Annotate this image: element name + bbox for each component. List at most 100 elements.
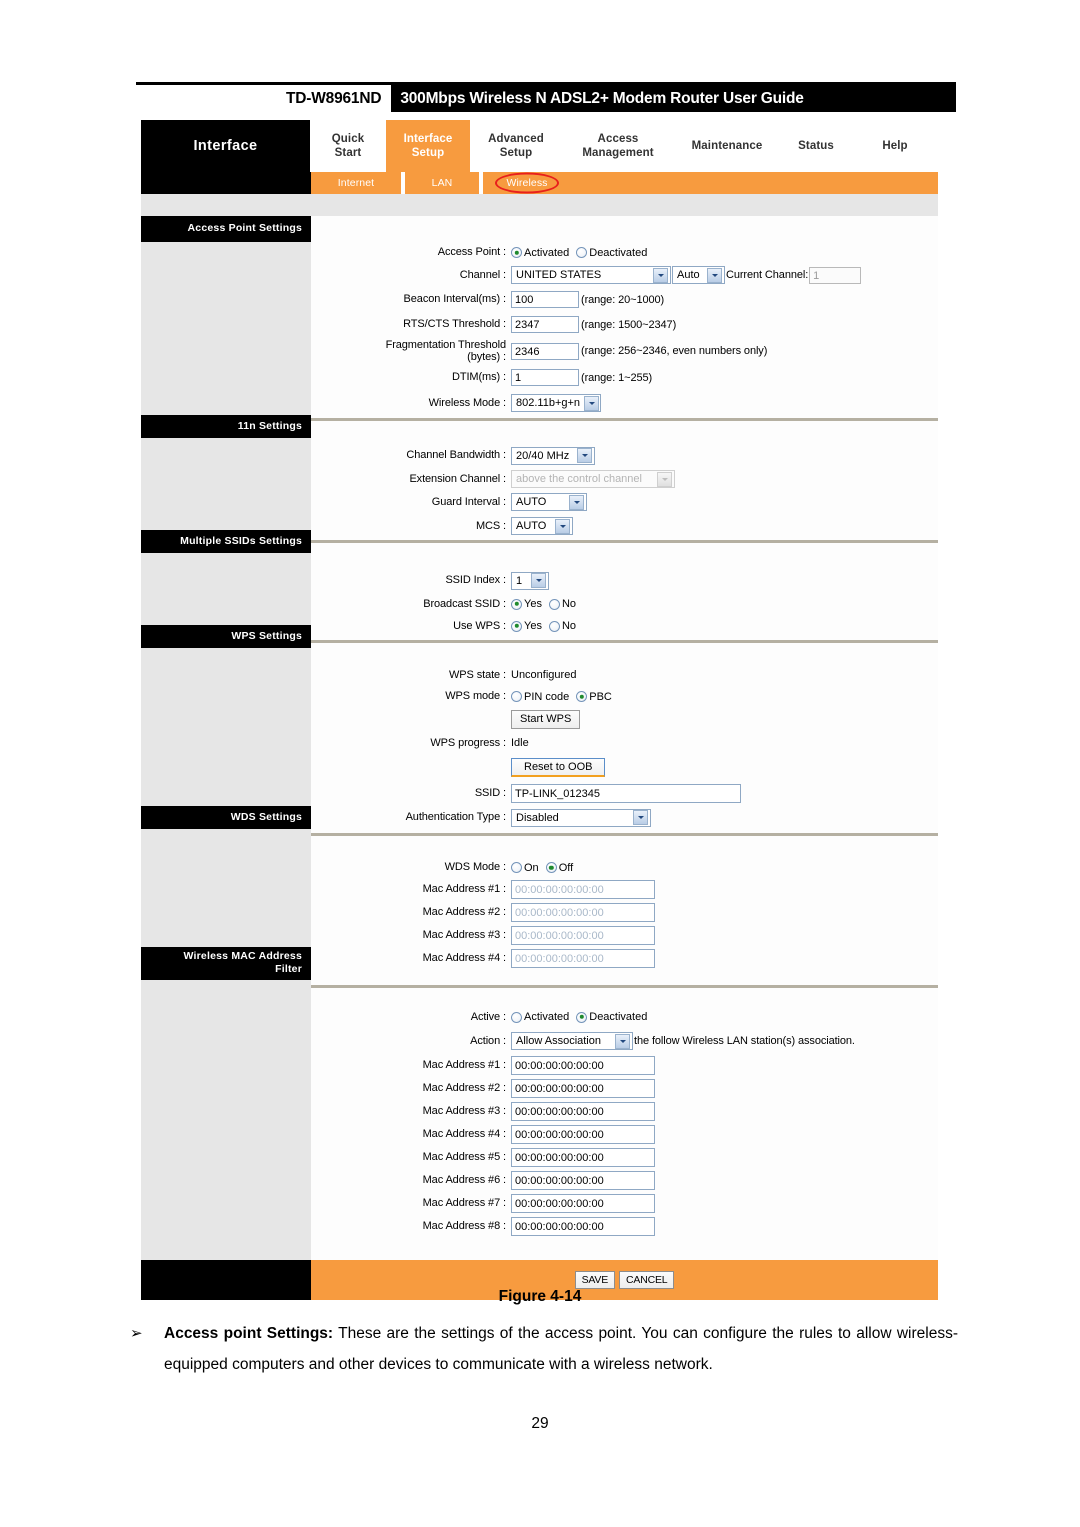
wds-mac-4-input[interactable]: 00:00:00:00:00:00 [511,949,655,968]
filter-active-activated[interactable]: Activated [511,1011,569,1023]
spacer-wds [141,829,311,947]
filter-mac-2-input[interactable]: 00:00:00:00:00:00 [511,1079,655,1098]
access-point-activated[interactable]: Activated [511,247,569,259]
tab-interface-setup[interactable]: Interface Setup [386,120,470,172]
tab-access-management[interactable]: Access Management [562,120,674,172]
document-header: TD-W8961ND 300Mbps Wireless N ADSL2+ Mod… [136,82,956,112]
label-filter-mac-4: Mac Address #4 : [422,1128,506,1141]
subtab-internet[interactable]: Internet [311,172,401,194]
filter-action-select[interactable]: Allow Association [511,1032,633,1050]
mcs-select[interactable]: AUTO [511,517,573,535]
fragmentation-threshold-input[interactable]: 2346 [511,342,579,360]
ssid-index-select[interactable]: 1 [511,571,549,590]
radio-unselected-icon[interactable] [511,691,522,702]
filter-mac-1-input[interactable]: 00:00:00:00:00:00 [511,1056,655,1075]
filter-active-deactivated[interactable]: Deactivated [576,1011,647,1023]
save-button[interactable]: SAVE [574,1271,616,1289]
chevron-down-icon[interactable] [615,1033,630,1049]
row-channel-bandwidth: Channel Bandwidth : 20/40 MHz [311,443,938,468]
filter-action-hint: the follow Wireless LAN station(s) assoc… [634,1035,855,1047]
filter-mac-8-input[interactable]: 00:00:00:00:00:00 [511,1217,655,1236]
spacer-wps [141,648,311,806]
reset-to-oob-button[interactable]: Reset to OOB [511,757,606,778]
sub-tab-list: Internet LAN Wireless [311,172,938,194]
wps-mode-pbc[interactable]: PBC [576,691,612,703]
multiple-ssids-section: SSID Index : 1 Broadcast SSID : Yes No U… [311,543,938,637]
filter-mac-4-input[interactable]: 00:00:00:00:00:00 [511,1125,655,1144]
broadcast-ssid-yes[interactable]: Yes [511,598,542,610]
wps-mode-pin-code[interactable]: PIN code [511,691,569,703]
tab-maintenance[interactable]: Maintenance [674,120,780,172]
dtim-input[interactable]: 1 [511,369,579,386]
label-wireless-mode: Wireless Mode : [428,396,506,409]
use-wps-no[interactable]: No [548,620,576,632]
rts-cts-threshold-input[interactable]: 2347 [511,316,579,333]
wds-mode-on[interactable]: On [511,862,539,874]
chevron-down-icon[interactable] [653,267,668,283]
paragraph-lead-bold: Access point Settings: [164,1325,334,1342]
row-wps-mode: WPS mode : PIN code PBC [311,686,938,707]
guard-interval-select[interactable]: AUTO [511,493,587,511]
row-filter-mac-7: Mac Address #7 : 00:00:00:00:00:00 [311,1192,938,1215]
channel-bandwidth-value: 20/40 MHz [516,449,570,462]
dtim-controls: 1 (range: 1~255) [511,369,652,386]
extension-channel-value: above the control channel [516,473,642,485]
use-wps-yes[interactable]: Yes [511,620,542,632]
row-filter-mac-4: Mac Address #4 : 00:00:00:00:00:00 [311,1123,938,1146]
filter-mac-2-controls: 00:00:00:00:00:00 [511,1079,655,1098]
channel-controls: UNITED STATES Auto Current Channel: 1 [511,266,862,284]
label-filter-action: Action : [470,1034,506,1047]
cancel-button[interactable]: CANCEL [619,1271,675,1289]
wds-mac-2-input[interactable]: 00:00:00:00:00:00 [511,903,655,922]
tab-status[interactable]: Status [780,120,852,172]
chevron-down-icon[interactable] [569,494,584,510]
radio-unselected-icon[interactable] [511,862,522,873]
channel-bandwidth-select[interactable]: 20/40 MHz [511,446,595,465]
tab-advanced-setup[interactable]: Advanced Setup [470,120,562,172]
reset-oob-controls: Reset to OOB [511,757,606,778]
paragraph-text-block: Access point Settings: These are the set… [164,1318,958,1380]
channel-mode-select[interactable]: Auto [672,266,725,284]
filter-mac-3-input[interactable]: 00:00:00:00:00:00 [511,1102,655,1121]
wds-mode-off[interactable]: Off [545,862,573,874]
filter-mac-7-input[interactable]: 00:00:00:00:00:00 [511,1194,655,1213]
authentication-type-select[interactable]: Disabled [511,808,651,827]
chevron-down-icon[interactable] [577,448,592,463]
chevron-down-icon[interactable] [584,395,600,411]
tab-quick-start[interactable]: Quick Start [310,120,386,172]
radio-selected-icon[interactable] [545,862,557,873]
filter-mac-5-input[interactable]: 00:00:00:00:00:00 [511,1148,655,1167]
channel-country-select[interactable]: UNITED STATES [511,266,671,284]
bullet-icon: ➢ [130,1325,143,1342]
label-ssid: SSID : [474,786,506,799]
ssid-input[interactable]: TP-LINK_012345 [511,783,741,803]
radio-selected-icon[interactable] [576,1011,588,1023]
chevron-down-icon[interactable] [707,267,722,283]
wds-mac-3-input[interactable]: 00:00:00:00:00:00 [511,926,655,945]
radio-unselected-icon[interactable] [576,247,588,258]
start-wps-button[interactable]: Start WPS [511,710,581,729]
chevron-down-icon[interactable] [633,810,648,825]
radio-selected-icon[interactable] [511,598,522,610]
wireless-mode-select[interactable]: 802.11b+g+n [511,394,601,412]
access-point-deactivated[interactable]: Deactivated [576,247,647,259]
chevron-down-icon[interactable] [531,573,546,588]
radio-selected-icon[interactable] [511,620,522,632]
radio-unselected-icon[interactable] [511,1011,522,1023]
settings-body: Access Point Settings 11n Settings Multi… [141,216,938,1260]
tab-help-line1: Help [882,139,908,152]
subtab-lan[interactable]: LAN [405,172,479,194]
filter-mac-6-input[interactable]: 00:00:00:00:00:00 [511,1171,655,1190]
radio-unselected-icon[interactable] [548,598,560,610]
chevron-down-icon[interactable] [555,518,570,534]
subtab-wireless[interactable]: Wireless [483,172,571,194]
wds-mac-1-input[interactable]: 00:00:00:00:00:00 [511,880,655,899]
broadcast-ssid-no[interactable]: No [548,598,576,610]
radio-selected-icon[interactable] [576,691,588,702]
beacon-interval-input[interactable]: 100 [511,291,579,308]
radio-unselected-icon[interactable] [548,620,560,632]
tab-help[interactable]: Help [852,120,938,172]
filter-mac-5-controls: 00:00:00:00:00:00 [511,1148,655,1167]
radio-selected-icon[interactable] [511,247,522,258]
content-top-spacer [141,194,938,216]
